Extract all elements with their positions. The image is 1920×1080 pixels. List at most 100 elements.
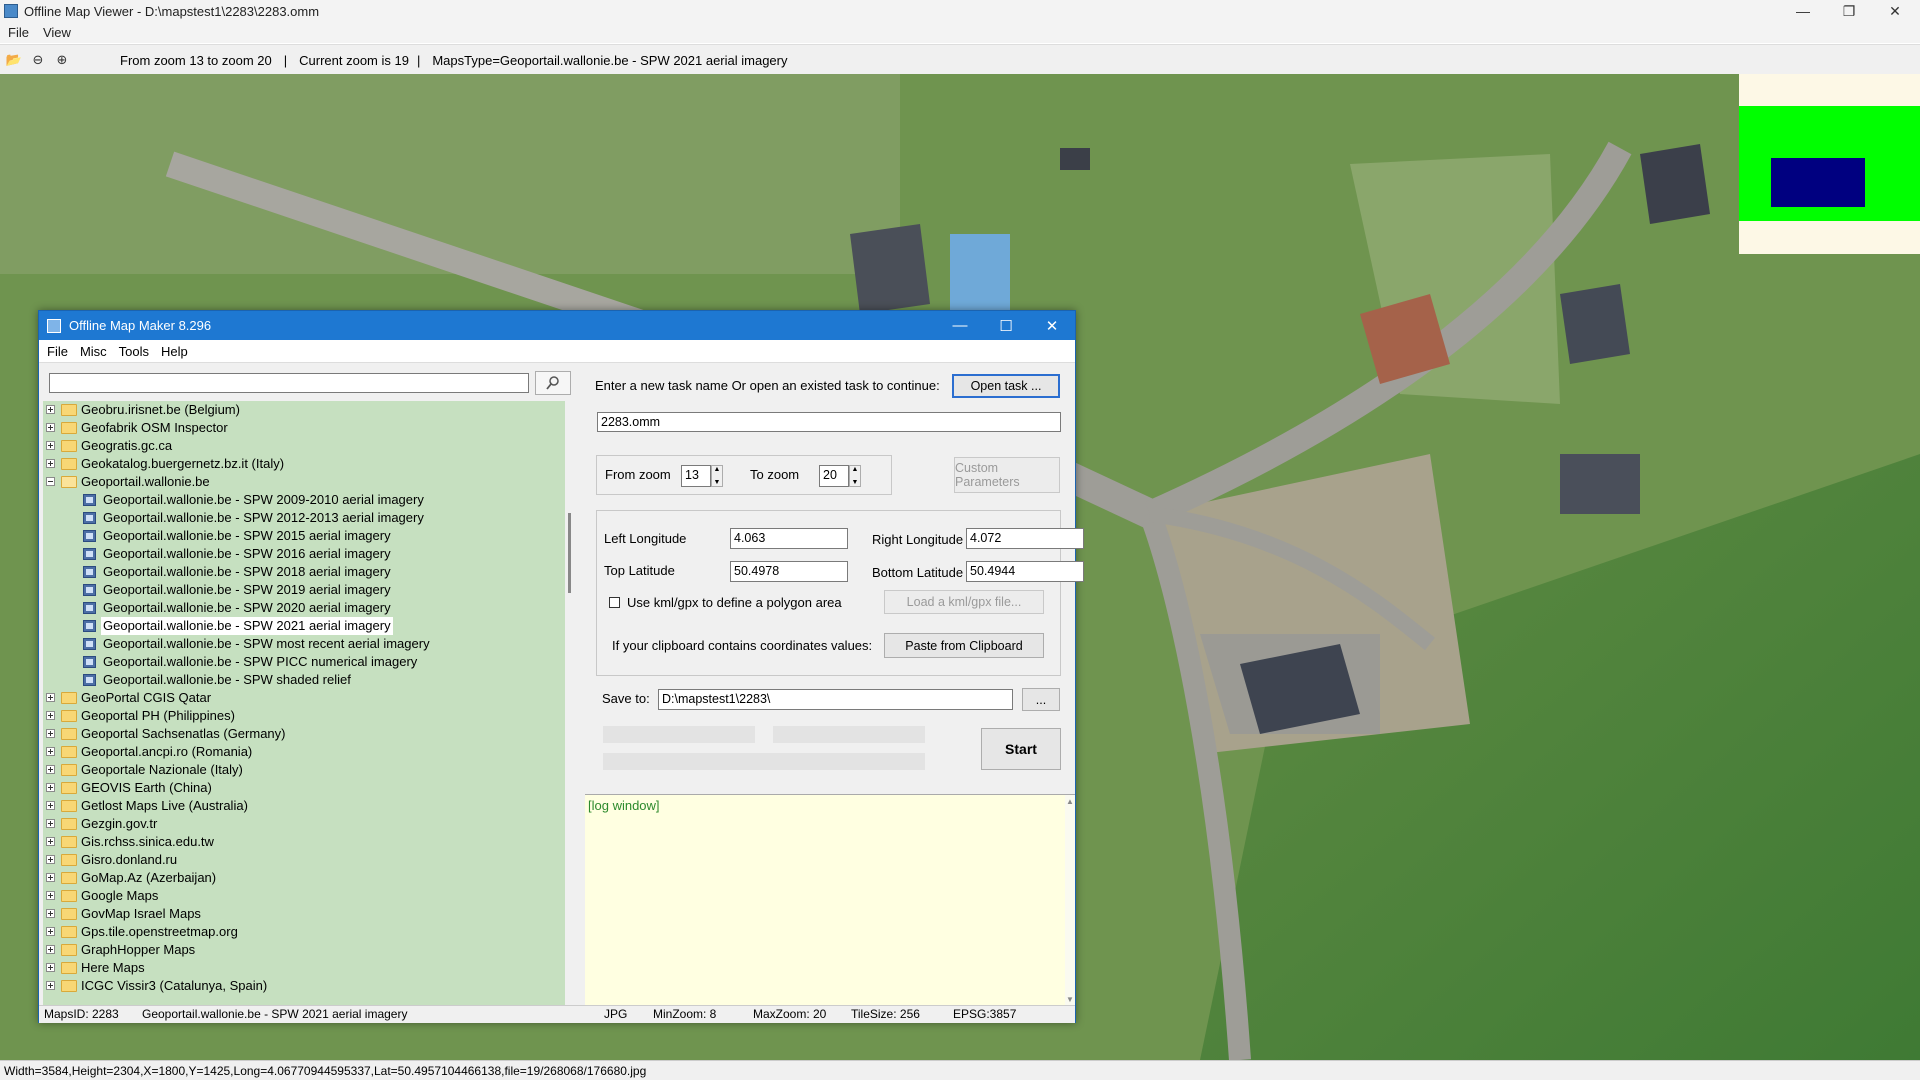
load-kml-button[interactable]: Load a kml/gpx file...: [884, 590, 1044, 614]
maker-menu-tools[interactable]: Tools: [119, 344, 149, 359]
zoom-in-icon[interactable]: ⊕: [52, 50, 72, 70]
expand-icon[interactable]: [46, 783, 55, 792]
tree-item[interactable]: Geoportail.wallonie.be: [43, 473, 565, 491]
log-window[interactable]: [log window] ▲ ▼: [585, 794, 1075, 1006]
maker-menu-help[interactable]: Help: [161, 344, 188, 359]
tree-item[interactable]: Geogratis.gc.ca: [43, 437, 565, 455]
expand-icon[interactable]: [46, 711, 55, 720]
browse-button[interactable]: ...: [1022, 688, 1060, 711]
expand-icon[interactable]: [46, 441, 55, 450]
tree-item[interactable]: Geoportail.wallonie.be - SPW shaded reli…: [43, 671, 565, 689]
tree-item[interactable]: Geoportal Sachsenatlas (Germany): [43, 725, 565, 743]
tree-item[interactable]: Geoportail.wallonie.be - SPW PICC numeri…: [43, 653, 565, 671]
tree-item[interactable]: Geoportail.wallonie.be - SPW 2018 aerial…: [43, 563, 565, 581]
tree-item[interactable]: GoMap.Az (Azerbaijan): [43, 869, 565, 887]
expand-icon[interactable]: [46, 819, 55, 828]
task-name-input[interactable]: 2283.omm: [597, 412, 1061, 432]
tree-item[interactable]: Geoportal PH (Philippines): [43, 707, 565, 725]
tree-item[interactable]: Geoportail.wallonie.be - SPW 2021 aerial…: [43, 617, 565, 635]
tree-item[interactable]: GovMap Israel Maps: [43, 905, 565, 923]
right-longitude-input[interactable]: 4.072: [966, 528, 1084, 549]
scroll-down-icon[interactable]: ▼: [1066, 995, 1074, 1004]
expand-icon[interactable]: [46, 747, 55, 756]
tree-item[interactable]: Here Maps: [43, 959, 565, 977]
tree-item[interactable]: Getlost Maps Live (Australia): [43, 797, 565, 815]
tree-item[interactable]: ICGC Vissir3 (Catalunya, Spain): [43, 977, 565, 995]
expand-icon[interactable]: [46, 459, 55, 468]
tree-item[interactable]: Gps.tile.openstreetmap.org: [43, 923, 565, 941]
tree-item[interactable]: Geoportail.wallonie.be - SPW 2019 aerial…: [43, 581, 565, 599]
top-latitude-input[interactable]: 50.4978: [730, 561, 848, 582]
minimap[interactable]: [1739, 74, 1920, 254]
tree-item[interactable]: GraphHopper Maps: [43, 941, 565, 959]
expand-icon[interactable]: [46, 423, 55, 432]
minimap-viewport[interactable]: [1771, 158, 1865, 207]
expand-icon[interactable]: [46, 945, 55, 954]
expand-icon[interactable]: [46, 729, 55, 738]
expand-icon[interactable]: [46, 891, 55, 900]
from-zoom-input[interactable]: 13: [681, 465, 711, 487]
tree-item[interactable]: Geokatalog.buergernetz.bz.it (Italy): [43, 455, 565, 473]
expand-icon[interactable]: [46, 837, 55, 846]
tree-item[interactable]: Geoportail.wallonie.be - SPW most recent…: [43, 635, 565, 653]
tree-item[interactable]: Geoportale Nazionale (Italy): [43, 761, 565, 779]
tree-item[interactable]: Geofabrik OSM Inspector: [43, 419, 565, 437]
tree-item[interactable]: Geobru.irisnet.be (Belgium): [43, 401, 565, 419]
log-scrollbar[interactable]: ▲ ▼: [1065, 795, 1075, 1006]
expand-icon[interactable]: [46, 909, 55, 918]
expand-icon[interactable]: [46, 801, 55, 810]
minimize-icon[interactable]: —: [1781, 0, 1825, 22]
tree-item[interactable]: Gis.rchss.sinica.edu.tw: [43, 833, 565, 851]
collapse-icon[interactable]: [46, 477, 55, 486]
expand-icon[interactable]: [46, 873, 55, 882]
maps-tree[interactable]: Geobru.irisnet.be (Belgium) Geofabrik OSM…: [43, 401, 565, 1005]
search-input[interactable]: [49, 373, 529, 393]
expand-icon[interactable]: [46, 693, 55, 702]
save-to-label: Save to:: [602, 691, 650, 706]
tree-item[interactable]: Gisro.donland.ru: [43, 851, 565, 869]
tree-scrollbar[interactable]: [566, 401, 576, 1005]
maximize-icon[interactable]: ❐: [1827, 0, 1871, 22]
expand-icon[interactable]: [46, 927, 55, 936]
start-button[interactable]: Start: [981, 728, 1061, 770]
open-folder-icon[interactable]: 📂: [4, 50, 24, 70]
custom-parameters-button[interactable]: Custom Parameters: [954, 457, 1060, 493]
tree-item[interactable]: GeoPortal CGIS Qatar: [43, 689, 565, 707]
to-zoom-stepper[interactable]: ▲ ▼: [849, 465, 861, 487]
search-button[interactable]: [535, 371, 571, 395]
close-icon[interactable]: ✕: [1873, 0, 1917, 22]
tree-item[interactable]: Geoportail.wallonie.be - SPW 2015 aerial…: [43, 527, 565, 545]
expand-icon[interactable]: [46, 855, 55, 864]
menu-view[interactable]: View: [43, 25, 71, 40]
tree-item[interactable]: Geoportail.wallonie.be - SPW 2016 aerial…: [43, 545, 565, 563]
scrollbar-thumb[interactable]: [568, 513, 571, 593]
open-task-button[interactable]: Open task ...: [952, 374, 1060, 398]
left-longitude-input[interactable]: 4.063: [730, 528, 848, 549]
maker-close-icon[interactable]: ✕: [1029, 311, 1075, 340]
from-zoom-stepper[interactable]: ▲ ▼: [711, 465, 723, 487]
scroll-up-icon[interactable]: ▲: [1066, 797, 1074, 806]
maker-menu-misc[interactable]: Misc: [80, 344, 107, 359]
tree-item[interactable]: Gezgin.gov.tr: [43, 815, 565, 833]
tree-item[interactable]: Geoportail.wallonie.be - SPW 2012-2013 a…: [43, 509, 565, 527]
bottom-latitude-input[interactable]: 50.4944: [966, 561, 1084, 582]
expand-icon[interactable]: [46, 963, 55, 972]
tree-item[interactable]: Google Maps: [43, 887, 565, 905]
maker-minimize-icon[interactable]: —: [937, 311, 983, 340]
tree-item[interactable]: GEOVIS Earth (China): [43, 779, 565, 797]
paste-clipboard-button[interactable]: Paste from Clipboard: [884, 633, 1044, 658]
maker-menu-file[interactable]: File: [47, 344, 68, 359]
map-image-icon: [83, 674, 96, 686]
tree-item[interactable]: Geoportal.ancpi.ro (Romania): [43, 743, 565, 761]
tree-item[interactable]: Geoportail.wallonie.be - SPW 2020 aerial…: [43, 599, 565, 617]
kml-checkbox[interactable]: [609, 597, 620, 608]
menu-file[interactable]: File: [8, 25, 29, 40]
maker-maximize-icon[interactable]: ☐: [983, 311, 1029, 340]
save-path-input[interactable]: D:\mapstest1\2283\: [658, 689, 1013, 710]
expand-icon[interactable]: [46, 981, 55, 990]
tree-item[interactable]: Geoportail.wallonie.be - SPW 2009-2010 a…: [43, 491, 565, 509]
to-zoom-input[interactable]: 20: [819, 465, 849, 487]
expand-icon[interactable]: [46, 765, 55, 774]
expand-icon[interactable]: [46, 405, 55, 414]
zoom-out-icon[interactable]: ⊖: [28, 50, 48, 70]
